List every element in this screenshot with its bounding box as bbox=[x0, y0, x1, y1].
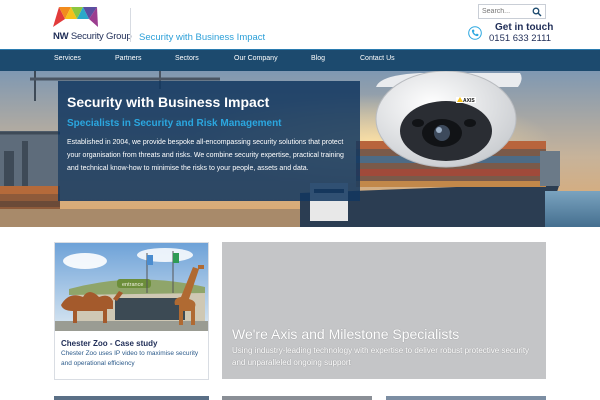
contact-title: Get in touch bbox=[495, 22, 554, 33]
search-input[interactable] bbox=[482, 6, 532, 17]
case-study-card[interactable]: entrance Chester Zoo - Case study Cheste… bbox=[54, 242, 209, 380]
contact-phone[interactable]: 0151 633 2111 bbox=[489, 33, 551, 44]
phone-icon bbox=[468, 26, 482, 40]
search-icon[interactable] bbox=[532, 7, 542, 17]
case-study-title[interactable]: Chester Zoo - Case study bbox=[61, 339, 157, 348]
main-nav: Services Partners Sectors Our Company Bl… bbox=[0, 49, 600, 71]
header-divider bbox=[130, 8, 131, 42]
hero-text-panel: Security with Business Impact Specialist… bbox=[58, 81, 360, 201]
next-card-thumbnail[interactable] bbox=[54, 396, 209, 400]
header-tagline: Security with Business Impact bbox=[139, 32, 266, 43]
nav-item-partners[interactable]: Partners bbox=[115, 55, 141, 62]
hero-title: Security with Business Impact bbox=[67, 94, 270, 110]
logo[interactable]: NW Security Group bbox=[53, 5, 132, 45]
nav-item-contact-us[interactable]: Contact Us bbox=[360, 55, 395, 62]
nav-item-services[interactable]: Services bbox=[54, 55, 81, 62]
hero-body: Established in 2004, we provide bespoke … bbox=[67, 139, 344, 172]
promo-text: Using industry-leading technology with e… bbox=[232, 346, 530, 367]
camera-brand-label: AXIS bbox=[463, 98, 475, 104]
nav-item-our-company[interactable]: Our Company bbox=[234, 55, 278, 62]
hero-banner: AXIS Security with Business Impact Speci… bbox=[0, 71, 600, 227]
search-box[interactable] bbox=[478, 4, 546, 19]
next-card-thumbnail[interactable] bbox=[386, 396, 546, 400]
zoo-entrance-image: entrance bbox=[55, 243, 208, 331]
next-card-thumbnail[interactable] bbox=[222, 396, 372, 400]
site-header: NW Security Group Security with Business… bbox=[0, 0, 600, 49]
zoo-sign-text: entrance bbox=[122, 282, 143, 288]
axis-milestone-promo[interactable]: We're Axis and Milestone Specialists Usi… bbox=[222, 242, 546, 379]
hero-subtitle: Specialists in Security and Risk Managem… bbox=[67, 118, 282, 129]
nav-item-sectors[interactable]: Sectors bbox=[175, 55, 199, 62]
logo-text: NW Security Group bbox=[53, 31, 132, 42]
case-study-text: Chester Zoo uses IP video to maximise se… bbox=[61, 350, 199, 367]
promo-title: We're Axis and Milestone Specialists bbox=[232, 326, 460, 342]
case-study-image: entrance bbox=[55, 243, 208, 331]
nav-item-blog[interactable]: Blog bbox=[311, 55, 325, 62]
logo-mark-icon bbox=[53, 7, 98, 27]
